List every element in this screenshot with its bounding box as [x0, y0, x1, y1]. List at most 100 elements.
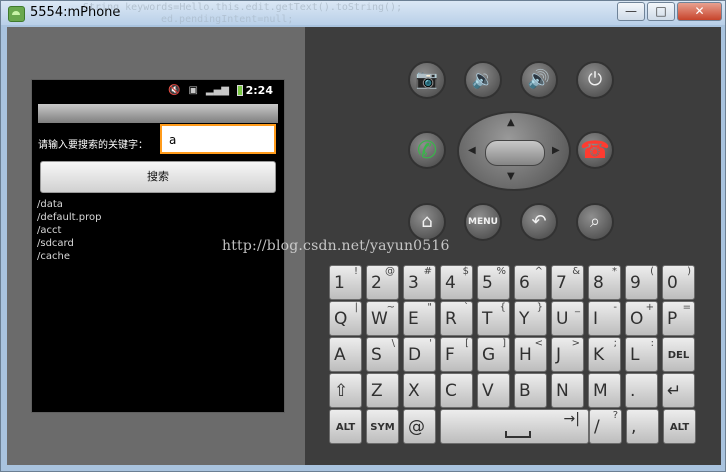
- keyboard-key-u[interactable]: U _: [551, 301, 584, 336]
- keyboard-key-w-label: W: [371, 309, 388, 329]
- keyboard-key-y-secondary-label: }: [536, 302, 543, 313]
- keyboard-key-at[interactable]: @: [403, 409, 436, 444]
- power-button[interactable]: ⏻: [576, 61, 614, 99]
- volume-down-button[interactable]: 🔉: [464, 61, 502, 99]
- keyboard-key-l[interactable]: L:: [625, 337, 658, 372]
- volume-up-button[interactable]: 🔊: [520, 61, 558, 99]
- keyboard-key-slash-secondary-label: ?: [612, 410, 618, 421]
- keyboard-key-1[interactable]: 1!: [329, 265, 362, 300]
- keyboard-key-v[interactable]: V: [477, 373, 510, 408]
- keyboard-key-slash[interactable]: /?: [589, 409, 622, 444]
- call-button[interactable]: ✆: [408, 131, 446, 169]
- dpad-up-arrow-icon[interactable]: ▲: [507, 117, 515, 128]
- keyboard-key-e[interactable]: E ": [403, 301, 436, 336]
- keyboard-key-i[interactable]: I-: [588, 301, 621, 336]
- keyboard-key-c[interactable]: C: [440, 373, 473, 408]
- home-button[interactable]: ⌂: [408, 203, 446, 241]
- window-controls: — □ ✕: [617, 2, 722, 21]
- keyboard-key-y[interactable]: Y}: [514, 301, 547, 336]
- keyboard-key-d[interactable]: D ': [403, 337, 436, 372]
- keyboard-key-del[interactable]: DEL: [662, 337, 695, 372]
- keyboard-key-sym[interactable]: SYM: [366, 409, 399, 444]
- maximize-button[interactable]: □: [647, 2, 675, 21]
- keyboard-key-7-label: 7: [556, 273, 567, 293]
- keyboard-key-shift[interactable]: ⇧: [329, 373, 362, 408]
- keyboard-key-i-label: I: [593, 309, 599, 329]
- keyboard-key-u-secondary-label: _: [575, 302, 580, 313]
- volume-down-icon: 🔉: [471, 69, 495, 90]
- result-item[interactable]: /acct: [37, 224, 101, 237]
- end-call-button[interactable]: ☎: [576, 131, 614, 169]
- keyboard-key-symbol[interactable]: .: [625, 373, 658, 408]
- android-app-icon: [8, 6, 25, 22]
- keyboard-key-enter[interactable]: ↵: [662, 373, 695, 408]
- keyboard-key-h[interactable]: H <: [514, 337, 547, 372]
- keyboard-key-1-secondary-label: !: [353, 266, 358, 277]
- keyboard-key-z[interactable]: Z: [366, 373, 399, 408]
- keyboard-key-b[interactable]: B: [514, 373, 547, 408]
- app-title-bar: [38, 104, 278, 123]
- dpad-left-arrow-icon[interactable]: ◀: [468, 145, 476, 156]
- keyboard-key-w[interactable]: W ~: [366, 301, 399, 336]
- background-code-text-2: ed.pendingIntent=null;: [161, 14, 294, 25]
- keyboard-key-6[interactable]: 6 ^: [514, 265, 547, 300]
- dpad-down-arrow-icon[interactable]: ▼: [507, 171, 515, 182]
- keyboard-key-alt-right[interactable]: ALT: [663, 409, 696, 444]
- keyboard-key-l-label: L: [630, 345, 640, 365]
- keyboard-key-a-label: A: [334, 345, 346, 365]
- keyboard-key-v-label: V: [482, 381, 494, 401]
- dpad-center-button[interactable]: [485, 140, 545, 166]
- dpad-right-arrow-icon[interactable]: ▶: [552, 145, 560, 156]
- signal-icon: ▂▄▆: [205, 85, 229, 96]
- keyboard-key-comma[interactable]: ,: [626, 409, 659, 444]
- keyboard-key-s[interactable]: S \: [366, 337, 399, 372]
- keyboard-key-l-secondary-label: :: [650, 338, 654, 349]
- keyboard-key-2[interactable]: 2 @: [366, 265, 399, 300]
- keyboard-key-6-secondary-label: ^: [534, 266, 543, 277]
- keyboard-key-3[interactable]: 3 #: [403, 265, 436, 300]
- keyboard-key-comma-label: ,: [631, 417, 637, 437]
- volume-up-icon: 🔊: [527, 69, 551, 90]
- keyboard-key-h-label: H: [519, 345, 532, 365]
- keyboard-key-x[interactable]: X: [403, 373, 436, 408]
- keyboard-key-a[interactable]: A: [329, 337, 362, 372]
- result-item[interactable]: /sdcard: [37, 237, 101, 250]
- keyboard-key-g[interactable]: G]: [477, 337, 510, 372]
- result-item[interactable]: /default.prop: [37, 211, 101, 224]
- keyboard-key-c-label: C: [445, 381, 457, 401]
- keyboard-key-5[interactable]: 5%: [477, 265, 510, 300]
- menu-button[interactable]: MENU: [464, 203, 502, 241]
- keyboard-key-9[interactable]: 9(: [625, 265, 658, 300]
- keyboard-key-m[interactable]: M: [588, 373, 621, 408]
- keyboard-key-8[interactable]: 8 *: [588, 265, 621, 300]
- dpad[interactable]: ▲ ▼ ◀ ▶: [457, 111, 571, 191]
- search-results-list: /data /default.prop /acct /sdcard /cache: [37, 198, 101, 263]
- keyboard-key-j[interactable]: J >: [551, 337, 584, 372]
- keyboard-key-space[interactable]: →|: [440, 409, 589, 444]
- back-button[interactable]: ↶: [520, 203, 558, 241]
- search-button[interactable]: 搜索: [40, 161, 276, 193]
- keyboard-key-alt-left[interactable]: ALT: [329, 409, 362, 444]
- keyboard-key-j-label: J: [556, 345, 562, 365]
- minimize-button[interactable]: —: [617, 2, 645, 21]
- keyboard-key-4[interactable]: 4 $: [440, 265, 473, 300]
- keyboard-key-t[interactable]: T{: [477, 301, 510, 336]
- keyboard-key-p[interactable]: P =: [662, 301, 695, 336]
- keyboard-key-7[interactable]: 7 &: [551, 265, 584, 300]
- result-item[interactable]: /cache: [37, 250, 101, 263]
- keyboard-key-r[interactable]: R `: [440, 301, 473, 336]
- keyboard-key-symbol-label: .: [630, 381, 636, 401]
- keyboard-key-e-secondary-label: ": [427, 302, 432, 313]
- keyboard-key-q[interactable]: Q |: [329, 301, 362, 336]
- window-titlebar[interactable]: 5554:mPhone String keywords=Hello.this.e…: [1, 1, 725, 25]
- search-button-hardware[interactable]: ⌕: [576, 203, 614, 241]
- search-input[interactable]: a: [160, 124, 276, 154]
- keyboard-key-k[interactable]: K;: [588, 337, 621, 372]
- camera-button[interactable]: 📷: [408, 61, 446, 99]
- keyboard-key-o[interactable]: O +: [625, 301, 658, 336]
- result-item[interactable]: /data: [37, 198, 101, 211]
- battery-icon: [236, 85, 243, 96]
- close-button[interactable]: ✕: [677, 2, 722, 21]
- keyboard-key-0[interactable]: 0): [662, 265, 695, 300]
- keyboard-key-f[interactable]: F[: [440, 337, 473, 372]
